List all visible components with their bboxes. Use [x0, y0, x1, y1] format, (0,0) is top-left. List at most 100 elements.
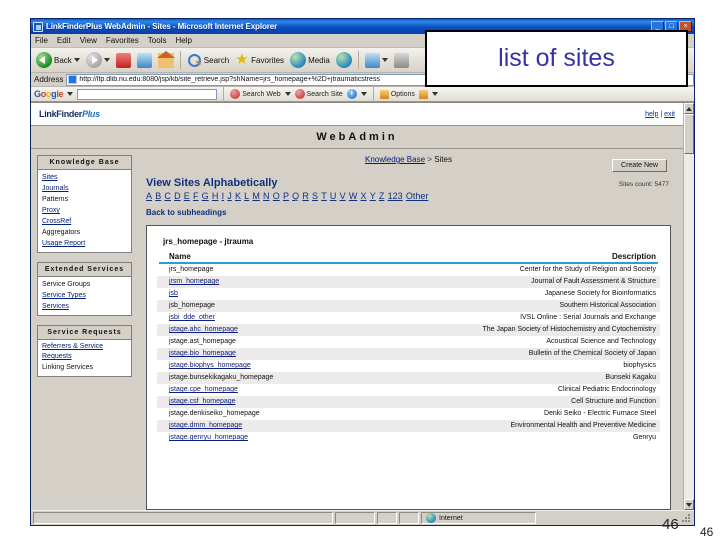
- print-button[interactable]: [392, 52, 411, 69]
- alpha-link-j[interactable]: J: [227, 191, 232, 201]
- alpha-link-t[interactable]: T: [321, 191, 327, 201]
- table-row[interactable]: jstage.bio_homepage Bulletin of the Chemi…: [157, 348, 660, 360]
- page-scrollbar[interactable]: [683, 103, 694, 510]
- table-row[interactable]: jstage.dmm_homepage Environmental Health …: [157, 420, 660, 432]
- scroll-up-button[interactable]: [684, 103, 694, 114]
- resize-grip[interactable]: [680, 512, 692, 524]
- create-new-button[interactable]: Create New: [612, 159, 667, 172]
- site-link[interactable]: jstage.csf_homepage: [169, 398, 236, 405]
- sidebar-item-proxy[interactable]: Proxy: [42, 205, 127, 216]
- alpha-link-g[interactable]: G: [202, 191, 209, 201]
- sidebar-item-patterns[interactable]: Patterns: [42, 194, 127, 205]
- menu-item-file[interactable]: File: [35, 36, 48, 45]
- table-row[interactable]: jstage.biophys_homepage biophysics: [157, 360, 660, 372]
- table-row[interactable]: jstage.bunsekikagaku_homepage Bunseki Kag…: [157, 372, 660, 384]
- favorites-button[interactable]: ★ Favorites: [233, 52, 286, 68]
- menu-item-edit[interactable]: Edit: [57, 36, 71, 45]
- alpha-link-z[interactable]: Z: [379, 191, 385, 201]
- table-row[interactable]: jsb Japanese Society for Bioinformatics: [157, 288, 660, 300]
- site-link[interactable]: jsb: [169, 290, 178, 297]
- sidebar-item-sites[interactable]: Sites: [42, 172, 127, 183]
- site-link[interactable]: jstage.bio_homepage: [169, 350, 236, 357]
- sidebar-item-aggregators[interactable]: Aggregators: [42, 227, 127, 238]
- alpha-link-o[interactable]: O: [273, 191, 280, 201]
- site-link[interactable]: jstage.dmm_homepage: [169, 422, 242, 429]
- menu-item-view[interactable]: View: [80, 36, 97, 45]
- breadcrumb-knowledge-base[interactable]: Knowledge Base: [365, 155, 425, 164]
- alpha-link-b[interactable]: B: [155, 191, 161, 201]
- alpha-link-a[interactable]: A: [146, 191, 152, 201]
- google-search-web-button[interactable]: Search Web: [230, 89, 281, 99]
- site-link[interactable]: jstage.genryu_homepage: [169, 434, 248, 441]
- scrollbar-thumb[interactable]: [684, 114, 694, 154]
- google-more-icon[interactable]: [431, 92, 438, 96]
- sidebar-item-usage-report[interactable]: Usage Report: [42, 238, 127, 249]
- sidebar-item-crossref[interactable]: CrossRef: [42, 216, 127, 227]
- alpha-link-y[interactable]: Y: [370, 191, 376, 201]
- alpha-link-p[interactable]: P: [283, 191, 289, 201]
- refresh-button[interactable]: [135, 52, 154, 69]
- table-row[interactable]: jstage.ast_homepage Acoustical Science an…: [157, 336, 660, 348]
- table-row[interactable]: jstage.csf_homepage Cell Structure and Fu…: [157, 396, 660, 408]
- alpha-link-v[interactable]: V: [340, 191, 346, 201]
- menu-item-tools[interactable]: Tools: [148, 36, 167, 45]
- sidebar-item-services[interactable]: Services: [42, 301, 127, 312]
- site-link[interactable]: jstage.biophys_homepage: [169, 362, 251, 369]
- sidebar-item-service-types[interactable]: Service Types: [42, 290, 127, 301]
- google-menu-icon[interactable]: [67, 92, 74, 96]
- alpha-link-x[interactable]: X: [361, 191, 367, 201]
- forward-button[interactable]: [84, 51, 112, 69]
- table-row[interactable]: jstage.genryu_homepage Genryu: [157, 432, 660, 444]
- home-button[interactable]: [156, 50, 176, 69]
- popup-blocker-icon[interactable]: [418, 89, 428, 99]
- menu-item-favorites[interactable]: Favorites: [106, 36, 139, 45]
- google-options-button[interactable]: Options: [379, 89, 415, 99]
- table-row[interactable]: jrs_homepage Center for the Study of Reli…: [157, 264, 660, 276]
- alpha-link-q[interactable]: Q: [292, 191, 299, 201]
- scroll-down-button[interactable]: [684, 499, 694, 510]
- mail-dropdown-icon[interactable]: [381, 58, 388, 62]
- exit-link[interactable]: exit: [664, 111, 675, 118]
- stop-button[interactable]: [114, 52, 133, 69]
- table-row[interactable]: jrsm_homepage Journal of Fault Assessment…: [157, 276, 660, 288]
- alpha-link-n[interactable]: N: [263, 191, 270, 201]
- site-link[interactable]: jrsm_homepage: [169, 278, 219, 285]
- back-dropdown-icon[interactable]: [73, 58, 80, 62]
- sidebar-item-service-groups[interactable]: Service Groups: [42, 279, 127, 290]
- site-link[interactable]: jstage.cpe_homepage: [169, 386, 238, 393]
- table-row[interactable]: jstage.ahc_homepage The Japan Society of …: [157, 324, 660, 336]
- scrollbar-track[interactable]: [684, 154, 694, 499]
- sidebar-item-referrers-service-requests[interactable]: Referrers & Service Requests: [42, 342, 127, 362]
- help-link[interactable]: help: [645, 111, 658, 118]
- site-link[interactable]: jsbi_dde_other: [169, 314, 215, 321]
- sidebar-item-linking-services[interactable]: Linking Services: [42, 362, 127, 373]
- table-row[interactable]: jstage.cpe_homepage Clinical Pediatric En…: [157, 384, 660, 396]
- google-search-site-button[interactable]: Search Site: [294, 89, 343, 99]
- history-button[interactable]: [334, 51, 354, 69]
- alpha-link-k[interactable]: K: [235, 191, 241, 201]
- google-search-input[interactable]: [77, 88, 218, 100]
- alpha-link-m[interactable]: M: [252, 191, 260, 201]
- alpha-link-u[interactable]: U: [330, 191, 337, 201]
- alpha-link-other[interactable]: Other: [406, 191, 429, 201]
- alpha-link-w[interactable]: W: [349, 191, 358, 201]
- table-row[interactable]: jstage.denkiseiko_homepage Denki Seiko - …: [157, 408, 660, 420]
- alpha-link-i[interactable]: I: [222, 191, 225, 201]
- info-icon[interactable]: i: [346, 89, 357, 99]
- alpha-link-r[interactable]: R: [302, 191, 309, 201]
- search-web-dropdown-icon[interactable]: [284, 92, 291, 96]
- media-button[interactable]: Media: [288, 51, 332, 69]
- back-to-subheadings-link[interactable]: Back to subheadings: [146, 208, 677, 217]
- search-button[interactable]: Search: [185, 52, 231, 69]
- site-link[interactable]: jstage.ahc_homepage: [169, 326, 238, 333]
- table-row[interactable]: jsbi_dde_other IVSL Online : Serial Journ…: [157, 312, 660, 324]
- forward-dropdown-icon[interactable]: [103, 58, 110, 62]
- alpha-link-c[interactable]: C: [164, 191, 171, 201]
- back-button[interactable]: Back: [34, 51, 82, 69]
- alpha-link-e[interactable]: E: [184, 191, 190, 201]
- info-dropdown-icon[interactable]: [360, 92, 367, 96]
- alpha-link-123[interactable]: 123: [388, 191, 403, 201]
- table-row[interactable]: jsb_homepage Southern Historical Associat…: [157, 300, 660, 312]
- menu-item-help[interactable]: Help: [175, 36, 191, 45]
- alpha-link-f[interactable]: F: [193, 191, 199, 201]
